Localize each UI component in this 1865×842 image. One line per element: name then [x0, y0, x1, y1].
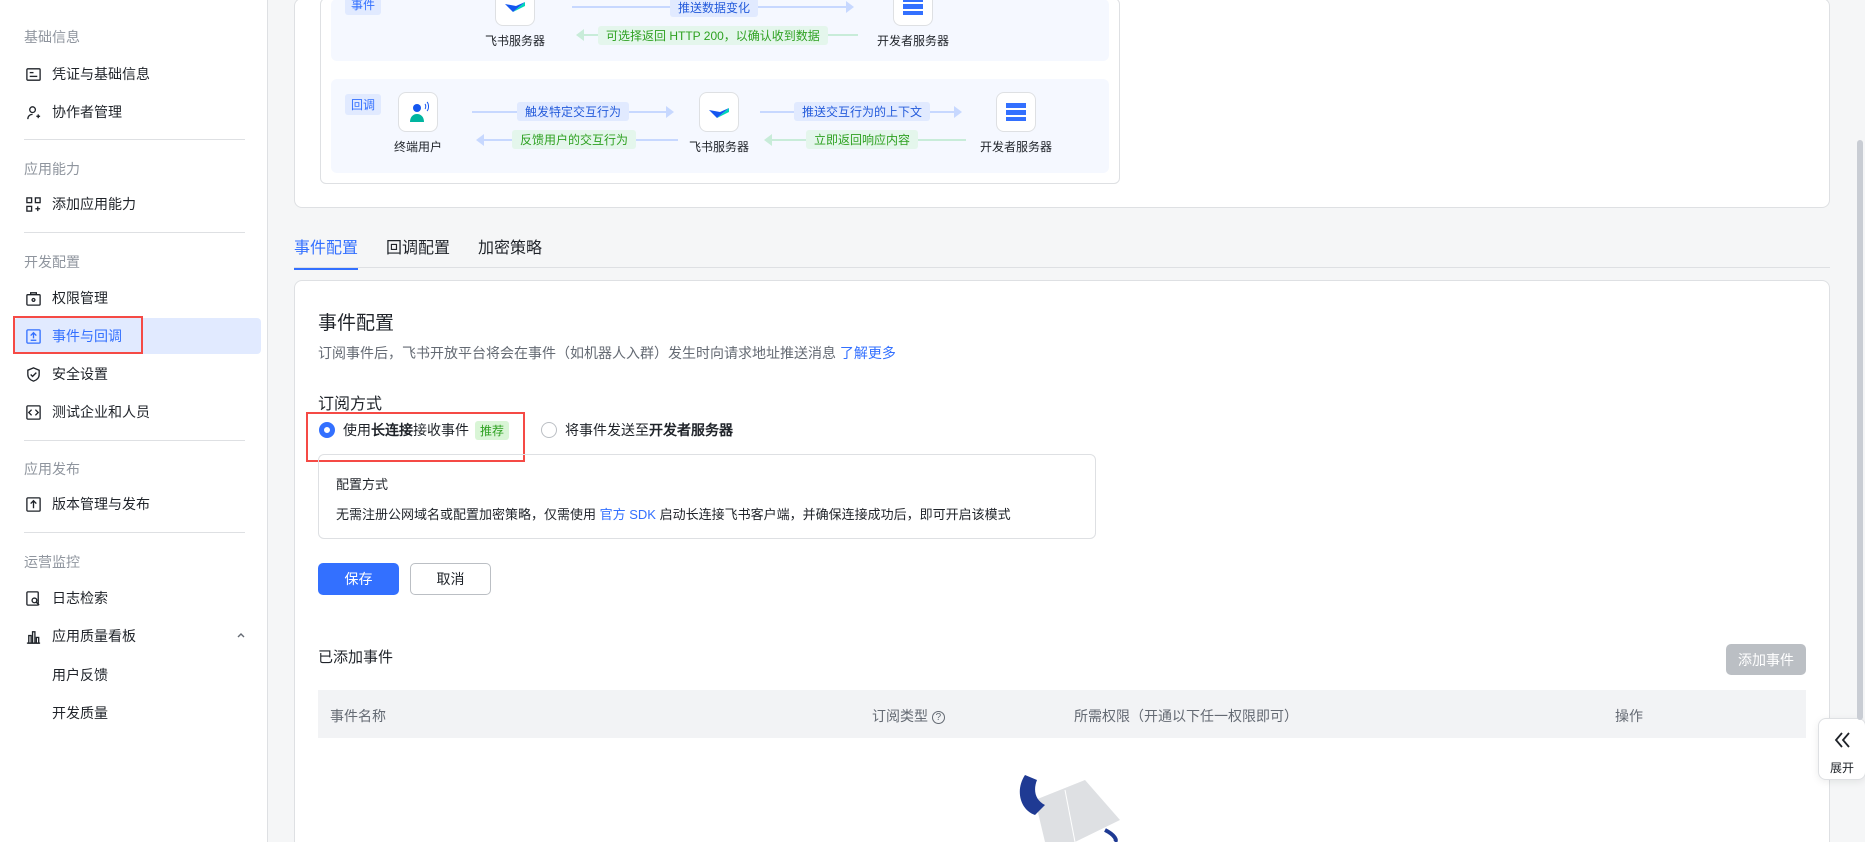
- option-bold: 开发者服务器: [649, 422, 733, 438]
- section-title: 事件配置: [318, 313, 395, 334]
- divider: [24, 440, 245, 441]
- bar-chart-icon: [24, 627, 42, 645]
- config-method-box: [318, 454, 1096, 539]
- sidebar-item-security[interactable]: 安全设置: [14, 356, 261, 392]
- flow-label: 触发特定交互行为: [517, 102, 630, 121]
- sdk-link[interactable]: 官方 SDK: [600, 507, 656, 522]
- user-avatar-icon: [398, 92, 438, 132]
- option-dev-server[interactable]: 将事件发送至 开发者服务器: [541, 420, 733, 440]
- expand-panel-button[interactable]: 展开: [1818, 718, 1865, 780]
- divider: [24, 532, 245, 533]
- sidebar-item-credentials[interactable]: 凭证与基础信息: [14, 56, 261, 92]
- column-header: 事件名称: [330, 708, 386, 724]
- server-icon: [996, 92, 1036, 132]
- sidebar-item-feedback[interactable]: 用户反馈: [52, 665, 108, 685]
- feishu-logo-icon: [699, 92, 739, 132]
- group-dev: 开发配置: [24, 254, 80, 270]
- node-end-user: 终端用户: [358, 92, 478, 155]
- empty-state-illustration: [1005, 770, 1125, 842]
- node-feishu-server: 飞书服务器: [659, 92, 779, 155]
- help-icon[interactable]: ?: [931, 710, 945, 724]
- code-icon: [24, 403, 42, 421]
- flow-label: 立即返回响应内容: [806, 130, 919, 149]
- sidebar-item-label: 测试企业和人员: [52, 404, 150, 420]
- node-label: 开发者服务器: [979, 140, 1052, 154]
- option-text: 将事件发送至: [565, 422, 649, 438]
- sidebar-item-version[interactable]: 版本管理与发布: [14, 486, 261, 522]
- node-label: 开发者服务器: [876, 34, 949, 48]
- sidebar-item-dev-quality[interactable]: 开发质量: [52, 703, 108, 723]
- section-desc: 订阅事件后，飞书开放平台将会在事件（如机器人入群）发生时向请求地址推送消息 了解…: [318, 343, 896, 363]
- save-button[interactable]: 保存: [318, 563, 399, 595]
- sidebar-item-label: 安全设置: [52, 366, 108, 382]
- learn-more-link[interactable]: 了解更多: [840, 345, 896, 361]
- sidebar-item-label: 凭证与基础信息: [52, 66, 150, 82]
- column-header: 操作: [1615, 708, 1643, 724]
- column-label: 订阅类型: [872, 708, 928, 724]
- tab-callback-config[interactable]: 回调配置: [386, 234, 450, 268]
- sidebar-item-add-capability[interactable]: 添加应用能力: [14, 186, 261, 222]
- radio-unchecked[interactable]: [541, 422, 557, 438]
- page-scrollbar[interactable]: [1857, 140, 1863, 720]
- id-card-icon: [24, 65, 42, 83]
- event-tag: 事件: [345, 0, 382, 15]
- node-feishu-server-top: 飞书服务器: [455, 0, 575, 49]
- sidebar-item-label: 添加应用能力: [52, 196, 136, 212]
- sidebar-item-label: 日志检索: [52, 590, 108, 606]
- sidebar-item-test-enterprise[interactable]: 测试企业和人员: [14, 394, 261, 430]
- flow-label: 反馈用户的交互行为: [512, 130, 637, 149]
- desc-text: 无需注册公网域名或配置加密策略，仅需使用: [336, 507, 600, 522]
- config-tabs: 事件配置 回调配置 加密策略: [294, 230, 1830, 270]
- sidebar-item-label: 版本管理与发布: [52, 496, 150, 512]
- flow-label: 推送交互行为的上下文: [794, 102, 931, 121]
- added-events-title: 已添加事件: [318, 649, 394, 666]
- shield-icon: [24, 365, 42, 383]
- config-method-title: 配置方式: [336, 477, 389, 492]
- upload-icon: [24, 495, 42, 513]
- node-label: 飞书服务器: [688, 140, 749, 154]
- divider: [24, 232, 245, 233]
- group-ops: 运营监控: [24, 554, 80, 570]
- divider: [24, 139, 245, 140]
- flow-label: 推送数据变化: [670, 0, 759, 17]
- sidebar-item-collaborators[interactable]: 协作者管理: [14, 94, 261, 130]
- sidebar-item-label: 权限管理: [52, 290, 108, 306]
- sidebar-item-quality[interactable]: 应用质量看板: [14, 618, 261, 654]
- lock-bag-icon: [24, 289, 42, 307]
- group-capability: 应用能力: [24, 161, 80, 177]
- double-chevron-left-icon: [1832, 729, 1854, 754]
- node-dev-server-top: 开发者服务器: [853, 0, 973, 49]
- subscribe-mode-title: 订阅方式: [318, 396, 383, 413]
- events-table-header: 事件名称 订阅类型 ? 所需权限（开通以下任一权限即可） 操作: [318, 690, 1806, 738]
- config-method-desc: 无需注册公网域名或配置加密策略，仅需使用 官方 SDK 启动长连接飞书客户端，并…: [336, 504, 1011, 523]
- sidebar-item-permissions[interactable]: 权限管理: [14, 280, 261, 316]
- sidebar-item-logs[interactable]: 日志检索: [14, 580, 261, 616]
- desc-text: 启动长连接飞书客户端，并确保连接成功后，即可开启该模式: [655, 507, 1011, 522]
- sidebar-item-label: 应用质量看板: [52, 628, 136, 644]
- desc-text: 订阅事件后，飞书开放平台将会在事件（如机器人入群）发生时向请求地址推送消息: [318, 345, 840, 361]
- feishu-logo-icon: [495, 0, 535, 26]
- sidebar-item-label: 协作者管理: [52, 104, 122, 120]
- event-config-card: [294, 280, 1830, 842]
- group-basic: 基础信息: [24, 29, 80, 45]
- expand-label: 展开: [1829, 761, 1854, 775]
- chevron-up-icon: [235, 628, 247, 644]
- cancel-button[interactable]: 取消: [410, 563, 491, 595]
- highlight-box: [13, 316, 143, 354]
- flow-label: 可选择返回 HTTP 200，以确认收到数据: [598, 26, 828, 45]
- server-icon: [893, 0, 933, 26]
- tab-encryption[interactable]: 加密策略: [478, 234, 542, 268]
- sidebar: 基础信息 凭证与基础信息 协作者管理 应用能力 添加应用能力 开发配置 权限管理…: [0, 0, 268, 842]
- node-label: 终端用户: [393, 140, 442, 154]
- column-header: 所需权限（开通以下任一权限即可）: [1074, 708, 1298, 724]
- apps-add-icon: [24, 195, 42, 213]
- node-label: 飞书服务器: [484, 34, 545, 48]
- node-dev-server: 开发者服务器: [956, 92, 1076, 155]
- user-add-icon: [24, 103, 42, 121]
- group-release: 应用发布: [24, 461, 80, 477]
- log-search-icon: [24, 589, 42, 607]
- tab-event-config[interactable]: 事件配置: [294, 234, 359, 270]
- add-event-button[interactable]: 添加事件: [1726, 644, 1806, 675]
- column-header: 订阅类型 ?: [872, 706, 945, 726]
